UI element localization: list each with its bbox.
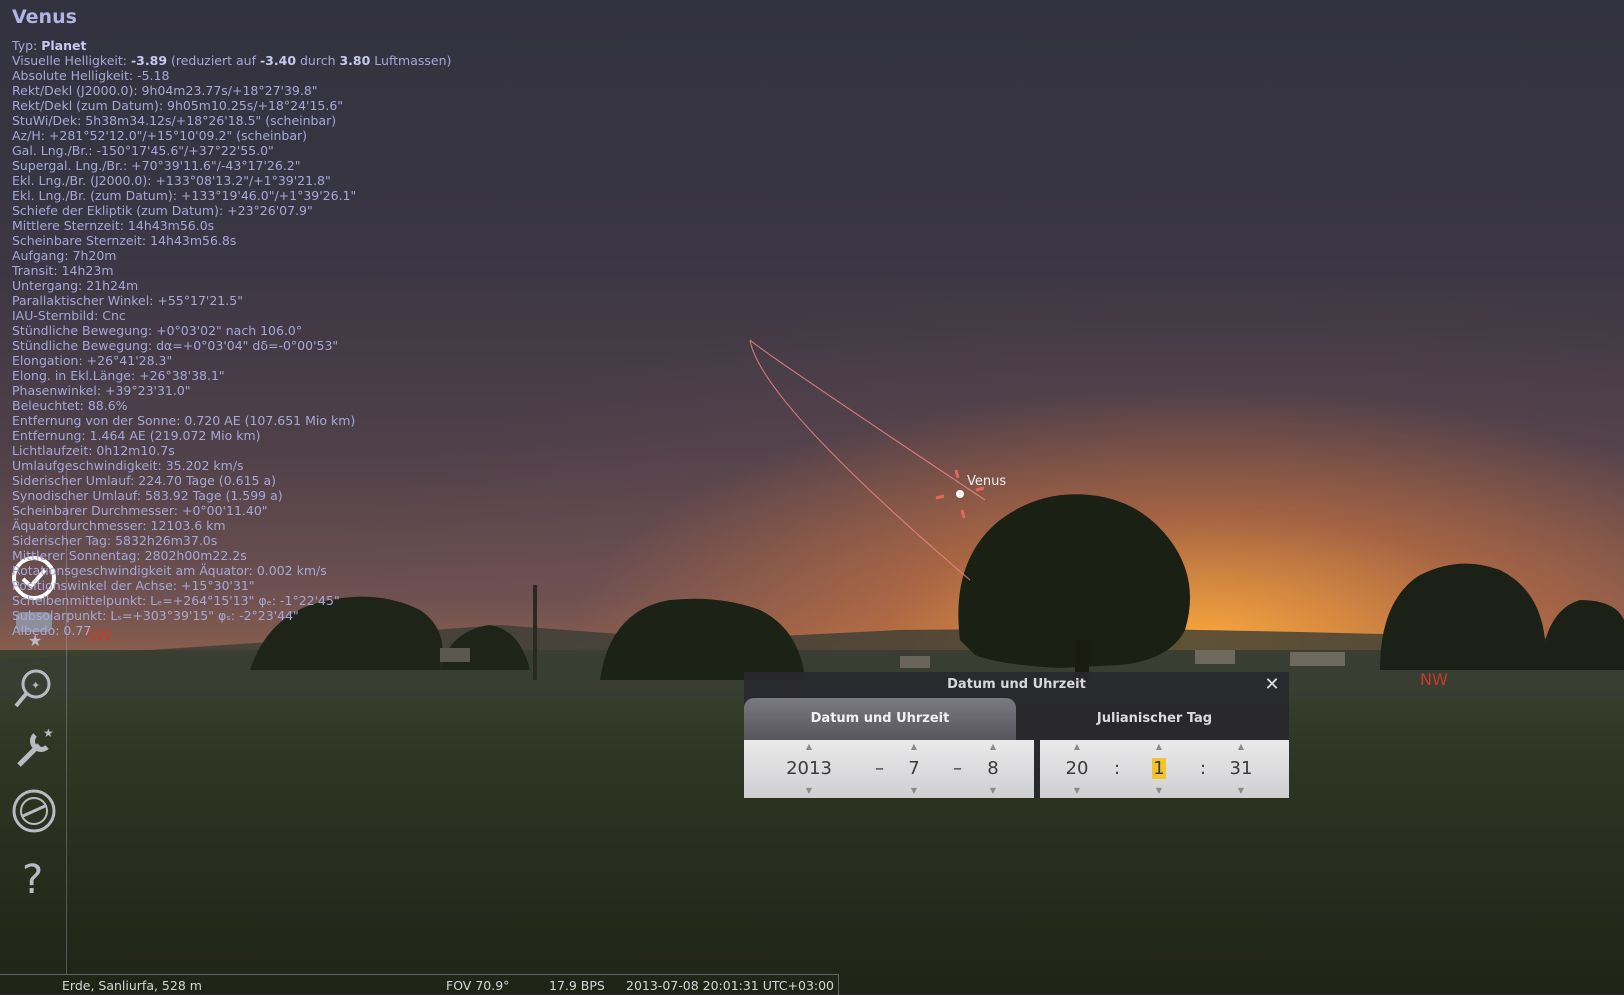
minute-spinner[interactable]: ▲ 1 ▼ [1144, 740, 1174, 798]
hour-increment-arrow[interactable]: ▲ [1060, 743, 1094, 751]
date-time-dialog: Datum und Uhrzeit ✕ Datum und Uhrzeit Ju… [744, 672, 1289, 798]
configuration-button[interactable]: ★ [8, 722, 60, 774]
info-line: Supergal. Lng./Br.: +70°39'11.6"/-43°17'… [12, 158, 301, 173]
object-info-panel: Venus Typ: Planet Visuelle Helligkeit: -… [12, 6, 451, 638]
hour-decrement-arrow[interactable]: ▼ [1060, 787, 1094, 795]
minute-text-cursor[interactable]: 1 [1152, 758, 1166, 779]
info-line: Ekl. Lng./Br. (J2000.0): +133°08'13.2"/+… [12, 173, 331, 188]
svg-text:★: ★ [43, 726, 54, 740]
search-button[interactable]: ✦ [8, 662, 60, 714]
year-increment-arrow[interactable]: ▲ [774, 743, 844, 751]
info-line: Mittlere Sternzeit: 14h43m56.0s [12, 218, 215, 233]
day-spinner[interactable]: ▲ 8 ▼ [978, 740, 1008, 798]
datetime-status[interactable]: 2013-07-08 20:01:31 UTC+03:00 [626, 978, 834, 993]
tab-julian-day[interactable]: Julianischer Tag [1020, 698, 1289, 740]
info-line: Rekt/Dekl (zum Datum): 9h05m10.25s/+18°2… [12, 98, 344, 113]
info-line: Umlaufgeschwindigkeit: 35.202 km/s [12, 458, 244, 473]
date-separator: – [953, 758, 962, 779]
compass-nw: NW [1420, 670, 1448, 689]
svg-text:?: ? [22, 857, 43, 899]
year-spinner[interactable]: ▲ 2013 ▼ [774, 740, 844, 798]
info-line: Rotationsgeschwindigkeit am Äquator: 0.0… [12, 563, 327, 578]
date-separator: – [875, 758, 884, 779]
time-panel: ▲ 20 ▼ : ▲ 1 ▼ : ▲ 31 ▼ [1040, 740, 1289, 798]
dialog-close-button[interactable]: ✕ [1262, 675, 1282, 695]
info-line: Siderischer Tag: 5832h26m37.0s [12, 533, 218, 548]
tab-date-time[interactable]: Datum und Uhrzeit [744, 698, 1016, 740]
info-line: Untergang: 21h24m [12, 278, 139, 293]
fov-status: FOV 70.9° [446, 978, 510, 993]
month-increment-arrow[interactable]: ▲ [899, 743, 929, 751]
info-line: Gal. Lng./Br.: -150°17'45.6"/+37°22'55.0… [12, 143, 274, 158]
info-line: Scheibenmittelpunkt: Lₑ=+264°15'13" φₑ: … [12, 593, 340, 608]
help-about-button[interactable] [8, 785, 60, 837]
info-line: Positionswinkel der Achse: +15°30'31" [12, 578, 255, 593]
object-type-line: Typ: Planet [12, 38, 87, 53]
time-separator: : [1114, 758, 1121, 779]
bottom-status-bar: Erde, Sanliurfa, 528 m FOV 70.9° 17.9 BP… [0, 974, 839, 995]
info-line: Phasenwinkel: +39°23'31.0" [12, 383, 191, 398]
search-icon: ✦ [14, 669, 51, 708]
fps-status: 17.9 BPS [549, 978, 605, 993]
object-name: Venus [12, 6, 77, 28]
info-line: Transit: 14h23m [12, 263, 114, 278]
month-decrement-arrow[interactable]: ▼ [899, 787, 929, 795]
date-panel: ▲ 2013 ▼ – ▲ 7 ▼ – ▲ 8 ▼ [744, 740, 1034, 798]
info-line: Schiefe der Ekliptik (zum Datum): +23°26… [12, 203, 313, 218]
info-line: Ekl. Lng./Br. (zum Datum): +133°19'46.0"… [12, 188, 357, 203]
month-spinner[interactable]: ▲ 7 ▼ [899, 740, 929, 798]
month-value[interactable]: 7 [899, 757, 929, 781]
minute-decrement-arrow[interactable]: ▼ [1144, 787, 1174, 795]
day-increment-arrow[interactable]: ▲ [978, 743, 1008, 751]
help-button[interactable]: ? [8, 850, 60, 902]
info-line: Mittlerer Sonnentag: 2802h00m22.2s [12, 548, 247, 563]
info-line: Stündliche Bewegung: dα=+0°03'04" dδ=-0°… [12, 338, 339, 353]
info-line: Entfernung: 1.464 AE (219.072 Mio km) [12, 428, 261, 443]
wrench-icon: ★ [17, 726, 54, 767]
second-decrement-arrow[interactable]: ▼ [1224, 787, 1258, 795]
info-line: Beleuchtet: 88.6% [12, 398, 128, 413]
info-line: Subsolarpunkt: Lₛ=+303°39'15" φₛ: -2°23'… [12, 608, 299, 623]
day-decrement-arrow[interactable]: ▼ [978, 787, 1008, 795]
info-line: Parallaktischer Winkel: +55°17'21.5" [12, 293, 243, 308]
venus-sky-label[interactable]: Venus [967, 474, 1006, 489]
second-value[interactable]: 31 [1224, 757, 1258, 781]
second-increment-arrow[interactable]: ▲ [1224, 743, 1258, 751]
location-status[interactable]: Erde, Sanliurfa, 528 m [62, 978, 202, 993]
info-line: Elongation: +26°41'28.3" [12, 353, 173, 368]
second-spinner[interactable]: ▲ 31 ▼ [1224, 740, 1258, 798]
info-line: StuWi/Dek: 5h38m34.12s/+18°26'18.5" (sch… [12, 113, 337, 128]
info-line: Siderischer Umlauf: 224.70 Tage (0.615 a… [12, 473, 276, 488]
day-value[interactable]: 8 [978, 757, 1008, 781]
minute-value[interactable]: 1 [1144, 757, 1174, 781]
svg-text:✦: ✦ [31, 679, 40, 692]
info-line: Scheinbarer Durchmesser: +0°00'11.40" [12, 503, 268, 518]
info-line: Absolute Helligkeit: -5.18 [12, 68, 170, 83]
info-line: Elong. in Ekl.Länge: +26°38'38.1" [12, 368, 225, 383]
question-mark-icon: ? [22, 857, 43, 899]
observatory-icon [12, 789, 56, 833]
info-line: Scheinbare Sternzeit: 14h43m56.8s [12, 233, 237, 248]
minute-increment-arrow[interactable]: ▲ [1144, 743, 1174, 751]
info-line-brightness: Visuelle Helligkeit: -3.89 (reduziert au… [12, 53, 452, 68]
dialog-title: Datum und Uhrzeit [947, 677, 1086, 692]
year-value[interactable]: 2013 [774, 757, 844, 781]
info-line: IAU-Sternbild: Cnc [12, 308, 126, 323]
info-line: Synodischer Umlauf: 583.92 Tage (1.599 a… [12, 488, 283, 503]
info-line: Az/H: +281°52'12.0"/+15°10'09.2" (schein… [12, 128, 308, 143]
hour-value[interactable]: 20 [1060, 757, 1094, 781]
info-line: Stündliche Bewegung: +0°03'02" nach 106.… [12, 323, 303, 338]
info-line: Entfernung von der Sonne: 0.720 AE (107.… [12, 413, 356, 428]
info-line: Aufgang: 7h20m [12, 248, 117, 263]
info-line: Rekt/Dekl (J2000.0): 9h04m23.77s/+18°27'… [12, 83, 318, 98]
info-line: Äquatordurchmesser: 12103.6 km [12, 518, 226, 533]
hour-spinner[interactable]: ▲ 20 ▼ [1060, 740, 1094, 798]
time-separator: : [1200, 758, 1207, 779]
info-line: Albedo: 0.77 [12, 623, 92, 638]
info-line: Lichtlaufzeit: 0h12m10.7s [12, 443, 175, 458]
year-decrement-arrow[interactable]: ▼ [774, 787, 844, 795]
